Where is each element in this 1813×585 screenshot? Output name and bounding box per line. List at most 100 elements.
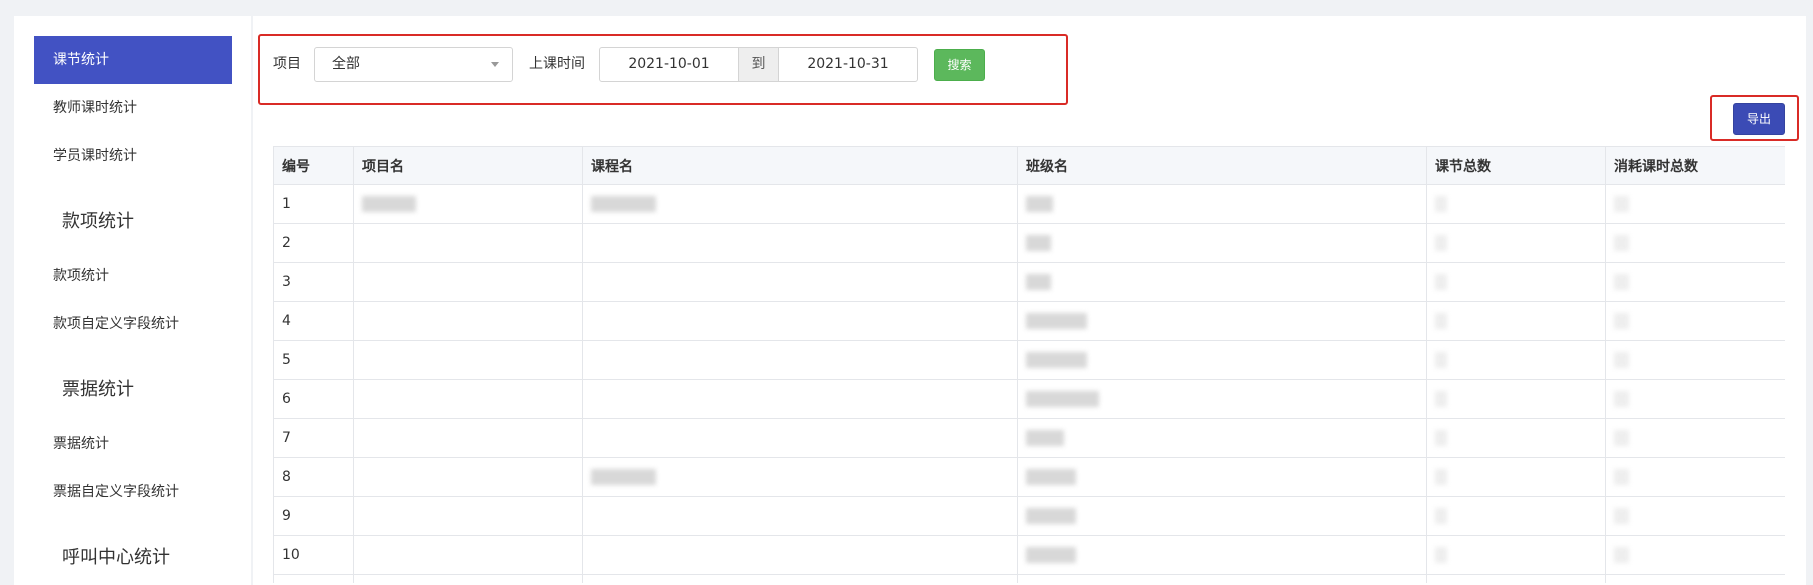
redacted-blur (1435, 391, 1447, 407)
redacted-blur (1026, 508, 1076, 524)
cell-lesson-count (1426, 340, 1606, 380)
redacted-blur (1026, 469, 1076, 485)
cell-course-name (582, 418, 1018, 458)
cell-no: 10 (273, 535, 354, 575)
cell-consumed-hours (1605, 496, 1785, 536)
column-header-consumed-hours: 消耗课时总数 (1605, 146, 1785, 185)
redacted-blur (1026, 313, 1087, 329)
redacted-blur (1026, 274, 1051, 290)
table-row-partial (273, 574, 1785, 583)
column-header-no: 编号 (273, 146, 354, 185)
table-header-row: 编号 项目名 课程名 班级名 课节总数 消耗课时总数 (273, 146, 1785, 185)
table-row: 10 (273, 535, 1785, 575)
redacted-blur (1614, 313, 1629, 329)
sidebar-item-lesson-stats[interactable]: 课节统计 (34, 36, 232, 84)
redacted-blur (362, 196, 416, 212)
cell-consumed-hours (1605, 418, 1785, 458)
redacted-blur (1435, 430, 1447, 446)
cell-consumed-hours (1605, 574, 1785, 583)
sidebar-item-payment-custom-fields[interactable]: 款项自定义字段统计 (34, 300, 232, 348)
redacted-blur (1614, 352, 1629, 368)
export-button[interactable]: 导出 (1733, 103, 1785, 135)
redacted-blur (591, 469, 656, 485)
table-row: 2 (273, 223, 1785, 263)
redacted-blur (1026, 235, 1051, 251)
redacted-blur (1435, 469, 1447, 485)
cell-lesson-count (1426, 496, 1606, 536)
main-panel: 项目 全部 上课时间 2021-10-01 到 2021-10-31 搜索 导出… (253, 16, 1806, 585)
cell-course-name (582, 223, 1018, 263)
cell-lesson-count (1426, 223, 1606, 263)
cell-course-name (582, 184, 1018, 224)
redacted-blur (1026, 352, 1087, 368)
sidebar-item-receipt-custom-fields[interactable]: 票据自定义字段统计 (34, 468, 232, 516)
redacted-blur (591, 196, 656, 212)
cell-consumed-hours (1605, 223, 1785, 263)
date-from-input[interactable]: 2021-10-01 (599, 47, 739, 82)
cell-class-name (1017, 379, 1427, 419)
cell-no: 9 (273, 496, 354, 536)
redacted-blur (1614, 274, 1629, 290)
sidebar-heading-receipt-stats: 票据统计 (62, 379, 134, 400)
project-select[interactable]: 全部 (314, 47, 513, 82)
redacted-blur (1435, 196, 1447, 212)
column-header-class-name: 班级名 (1017, 146, 1427, 185)
cell-class-name (1017, 301, 1427, 341)
cell-class-name (1017, 418, 1427, 458)
cell-project-name (353, 262, 583, 302)
redacted-blur (1435, 235, 1447, 251)
table-row: 6 (273, 379, 1785, 419)
cell-project-name (353, 340, 583, 380)
cell-consumed-hours (1605, 262, 1785, 302)
cell-lesson-count (1426, 574, 1606, 583)
sidebar-item-receipt-stats[interactable]: 票据统计 (34, 420, 232, 468)
table-row: 5 (273, 340, 1785, 380)
cell-class-name (1017, 340, 1427, 380)
cell-class-name (1017, 574, 1427, 583)
cell-no: 8 (273, 457, 354, 497)
cell-project-name (353, 418, 583, 458)
column-header-lesson-count: 课节总数 (1426, 146, 1606, 185)
redacted-blur (1026, 430, 1064, 446)
cell-project-name (353, 223, 583, 263)
search-button[interactable]: 搜索 (934, 49, 985, 81)
cell-consumed-hours (1605, 457, 1785, 497)
cell-course-name (582, 301, 1018, 341)
redacted-blur (1614, 469, 1629, 485)
cell-project-name (353, 496, 583, 536)
cell-no: 7 (273, 418, 354, 458)
cell-course-name (582, 379, 1018, 419)
cell-class-name (1017, 184, 1427, 224)
sidebar-item-teacher-hours[interactable]: 教师课时统计 (34, 84, 232, 132)
sidebar: 课节统计 教师课时统计 学员课时统计 款项统计 款项统计 款项自定义字段统计 票… (14, 16, 251, 585)
cell-course-name (582, 340, 1018, 380)
cell-class-name (1017, 457, 1427, 497)
redacted-blur (1614, 547, 1629, 563)
cell-consumed-hours (1605, 379, 1785, 419)
redacted-blur (1026, 391, 1099, 407)
date-to-input[interactable]: 2021-10-31 (778, 47, 918, 82)
redacted-blur (1614, 196, 1629, 212)
cell-consumed-hours (1605, 340, 1785, 380)
table-row: 4 (273, 301, 1785, 341)
cell-lesson-count (1426, 379, 1606, 419)
sidebar-item-student-hours[interactable]: 学员课时统计 (34, 132, 232, 180)
redacted-blur (1614, 508, 1629, 524)
cell-no: 2 (273, 223, 354, 263)
cell-project-name (353, 184, 583, 224)
sidebar-item-payment-stats[interactable]: 款项统计 (34, 252, 232, 300)
cell-no: 3 (273, 262, 354, 302)
redacted-blur (1435, 313, 1447, 329)
cell-lesson-count (1426, 262, 1606, 302)
cell-project-name (353, 379, 583, 419)
cell-lesson-count (1426, 418, 1606, 458)
redacted-blur (1614, 391, 1629, 407)
redacted-blur (1614, 430, 1629, 446)
cell-project-name (353, 574, 583, 583)
cell-consumed-hours (1605, 184, 1785, 224)
sidebar-heading-call-center-stats: 呼叫中心统计 (62, 547, 170, 568)
cell-course-name (582, 457, 1018, 497)
table-row: 3 (273, 262, 1785, 302)
cell-no (273, 574, 354, 583)
cell-class-name (1017, 535, 1427, 575)
